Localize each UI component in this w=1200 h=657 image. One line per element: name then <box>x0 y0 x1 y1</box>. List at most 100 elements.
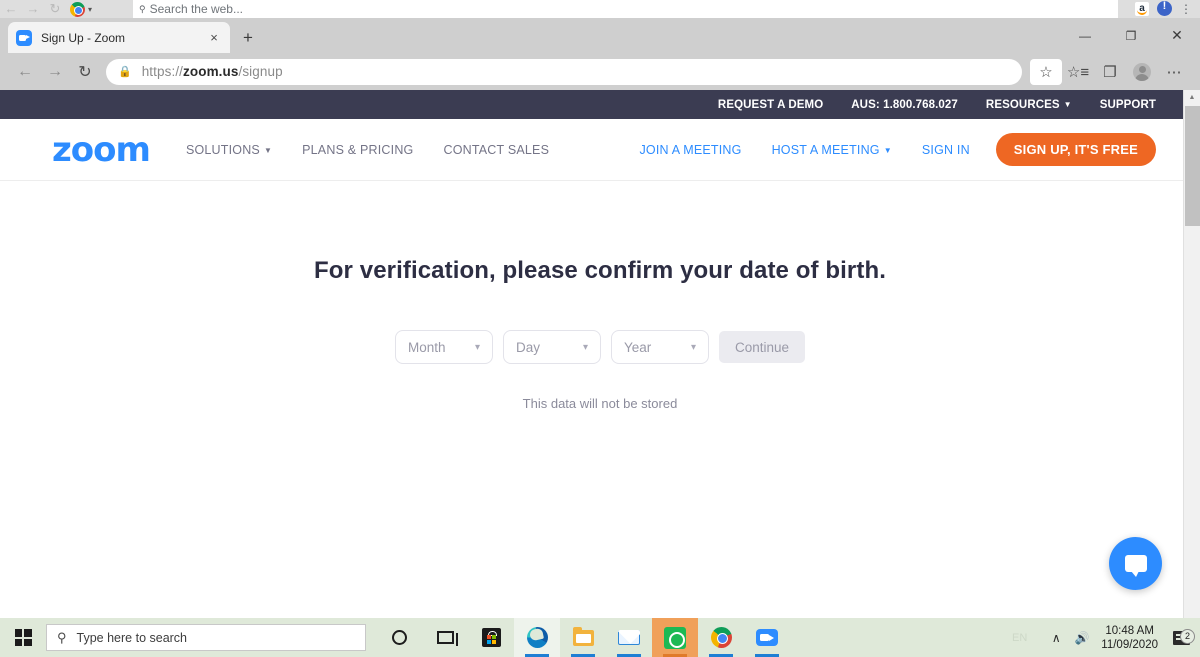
url-prefix: https:// <box>141 64 184 79</box>
collections-icon[interactable]: ❐ <box>1094 58 1126 86</box>
chat-bubble-icon <box>1124 555 1147 577</box>
microsoft-edge-icon[interactable] <box>514 618 560 657</box>
day-select[interactable]: Day ▾ <box>503 330 601 364</box>
month-select[interactable]: Month ▾ <box>395 330 493 364</box>
chevron-down-icon[interactable]: ▾ <box>88 5 92 14</box>
page-scrollbar[interactable]: ▲ <box>1183 90 1200 618</box>
reload-icon[interactable]: ↻ <box>70 58 100 86</box>
url-domain: zoom.us <box>183 64 239 79</box>
google-chrome-icon[interactable] <box>698 618 744 657</box>
favorites-list-icon[interactable]: ☆≡ <box>1062 58 1094 86</box>
language-indicator[interactable]: EN <box>1012 632 1027 644</box>
notification-center-button[interactable]: 2 <box>1168 628 1195 645</box>
search-icon: ⚲ <box>139 3 146 14</box>
year-select-value: Year <box>624 339 652 355</box>
duckduckgo-extension-icon[interactable] <box>1157 0 1172 16</box>
scroll-up-arrow-icon[interactable]: ▲ <box>1184 90 1200 106</box>
taskbar-search-input[interactable]: ⚲ Type here to search <box>46 624 366 651</box>
chat-widget-button[interactable] <box>1109 537 1162 590</box>
nav-link-join-a-meeting[interactable]: JOIN A MEETING <box>639 143 741 157</box>
zoom-favicon-icon <box>16 29 32 46</box>
taskbar-items <box>376 618 790 657</box>
tab-close-icon[interactable]: × <box>206 30 222 45</box>
chevron-down-icon: ▼ <box>1063 99 1072 109</box>
page-content: For verification, please confirm your da… <box>0 181 1200 411</box>
day-select-value: Day <box>516 339 541 355</box>
nav-link-solutions[interactable]: SOLUTIONS ▼ <box>186 143 272 157</box>
browser-toolbar: ← → ↻ 🔒 https://zoom.us/signup ☆ ☆≡ ❐ ⋯ <box>0 53 1200 90</box>
month-select-value: Month <box>408 339 446 355</box>
background-reload-icon[interactable]: ↻ <box>44 0 66 18</box>
browser-tab[interactable]: Sign Up - Zoom × <box>8 22 230 53</box>
favorite-star-icon[interactable]: ☆ <box>1030 58 1062 85</box>
nav-primary-links: SOLUTIONS ▼ PLANS & PRICING CONTACT SALES <box>186 143 579 157</box>
page-main-nav: zoom SOLUTIONS ▼ PLANS & PRICING CONTACT … <box>0 119 1200 181</box>
browser-titlebar: Sign Up - Zoom × + — ❐ ✕ <box>0 18 1200 53</box>
background-back-arrow-icon[interactable]: ← <box>0 0 22 18</box>
start-button[interactable] <box>0 618 46 657</box>
privacy-note: This data will not be stored <box>522 396 678 411</box>
page-title: For verification, please confirm your da… <box>314 257 886 284</box>
chevron-down-icon: ▼ <box>263 145 273 155</box>
background-search-placeholder: Search the web... <box>149 2 243 16</box>
profile-avatar-icon[interactable] <box>1126 58 1158 86</box>
zoom-icon[interactable] <box>744 618 790 657</box>
zoom-logo[interactable]: zoom <box>52 133 151 167</box>
url-path: /signup <box>238 64 283 79</box>
chevron-down-icon: ▾ <box>690 341 696 353</box>
windows-logo-icon <box>14 629 32 646</box>
nav-secondary-links: JOIN A MEETING HOST A MEETING ▼ SIGN IN S… <box>609 133 1156 166</box>
clock-time: 10:48 AM <box>1105 624 1154 637</box>
back-arrow-icon[interactable]: ← <box>10 58 40 86</box>
browser-window: Sign Up - Zoom × + — ❐ ✕ ← → ↻ 🔒 https:/… <box>0 18 1200 618</box>
continue-button[interactable]: Continue <box>719 331 805 363</box>
background-chrome-window: ← → ↻ ▾ ⚲ Search the web... a ⋮ <box>0 0 1200 18</box>
utility-link-request-a-demo[interactable]: REQUEST A DEMO <box>718 99 823 111</box>
chevron-down-icon: ▼ <box>883 145 892 155</box>
spotify-icon[interactable] <box>652 618 698 657</box>
forward-arrow-icon[interactable]: → <box>40 58 70 86</box>
close-button[interactable]: ✕ <box>1154 18 1200 53</box>
system-tray: EN ∧ 🔊 10:48 AM 11/09/2020 2 <box>1012 618 1200 657</box>
date-of-birth-form: Month ▾ Day ▾ Year ▾ Continue <box>0 330 1200 364</box>
task-view-icon[interactable] <box>422 618 468 657</box>
year-select[interactable]: Year ▾ <box>611 330 709 364</box>
nav-link-sign-in[interactable]: SIGN IN <box>922 143 970 157</box>
chrome-icon[interactable] <box>70 2 85 17</box>
utility-link-phone[interactable]: AUS: 1.800.768.027 <box>851 99 958 111</box>
file-explorer-icon[interactable] <box>560 618 606 657</box>
lock-icon: 🔒 <box>118 66 132 78</box>
notification-count-badge: 2 <box>1180 628 1195 644</box>
nav-link-plans-pricing[interactable]: PLANS & PRICING <box>302 143 413 157</box>
taskbar-search-placeholder: Type here to search <box>76 630 188 645</box>
search-icon: ⚲ <box>57 629 67 645</box>
nav-link-contact-sales[interactable]: CONTACT SALES <box>443 143 549 157</box>
windows-taskbar: ⚲ Type here to search EN ∧ 🔊 10:48 AM 11… <box>0 618 1200 657</box>
minimize-button[interactable]: — <box>1062 18 1108 53</box>
amazon-extension-icon[interactable]: a <box>1135 1 1149 16</box>
background-search-input[interactable]: ⚲ Search the web... <box>133 0 1118 18</box>
chrome-menu-icon[interactable]: ⋮ <box>1180 2 1192 16</box>
utility-link-resources[interactable]: RESOURCES ▼ <box>986 99 1072 111</box>
mail-icon[interactable] <box>606 618 652 657</box>
utility-link-support[interactable]: SUPPORT <box>1100 99 1156 111</box>
volume-icon[interactable]: 🔊 <box>1069 631 1095 645</box>
sign-up-button[interactable]: SIGN UP, IT'S FREE <box>995 133 1156 166</box>
restore-button[interactable]: ❐ <box>1108 18 1154 53</box>
page-viewport: REQUEST A DEMO AUS: 1.800.768.027 RESOUR… <box>0 90 1200 618</box>
microsoft-store-icon[interactable] <box>468 618 514 657</box>
url-text: https://zoom.us/signup <box>142 64 283 79</box>
scrollbar-thumb[interactable] <box>1185 106 1200 226</box>
new-tab-button[interactable]: + <box>238 28 258 48</box>
cortana-icon[interactable] <box>376 618 422 657</box>
nav-link-host-a-meeting[interactable]: HOST A MEETING ▼ <box>772 143 892 157</box>
chevron-down-icon: ▾ <box>474 341 480 353</box>
screen: ← → ↻ ▾ ⚲ Search the web... a ⋮ Sign Up … <box>0 0 1200 657</box>
address-bar[interactable]: 🔒 https://zoom.us/signup <box>106 58 1022 85</box>
clock[interactable]: 10:48 AM 11/09/2020 <box>1101 624 1158 652</box>
show-hidden-icons-chevron-icon[interactable]: ∧ <box>1043 631 1069 645</box>
background-forward-arrow-icon[interactable]: → <box>22 0 44 18</box>
background-nav-controls: ← → ↻ ▾ <box>0 0 92 18</box>
clock-date: 11/09/2020 <box>1101 638 1158 651</box>
settings-more-icon[interactable]: ⋯ <box>1158 58 1190 86</box>
